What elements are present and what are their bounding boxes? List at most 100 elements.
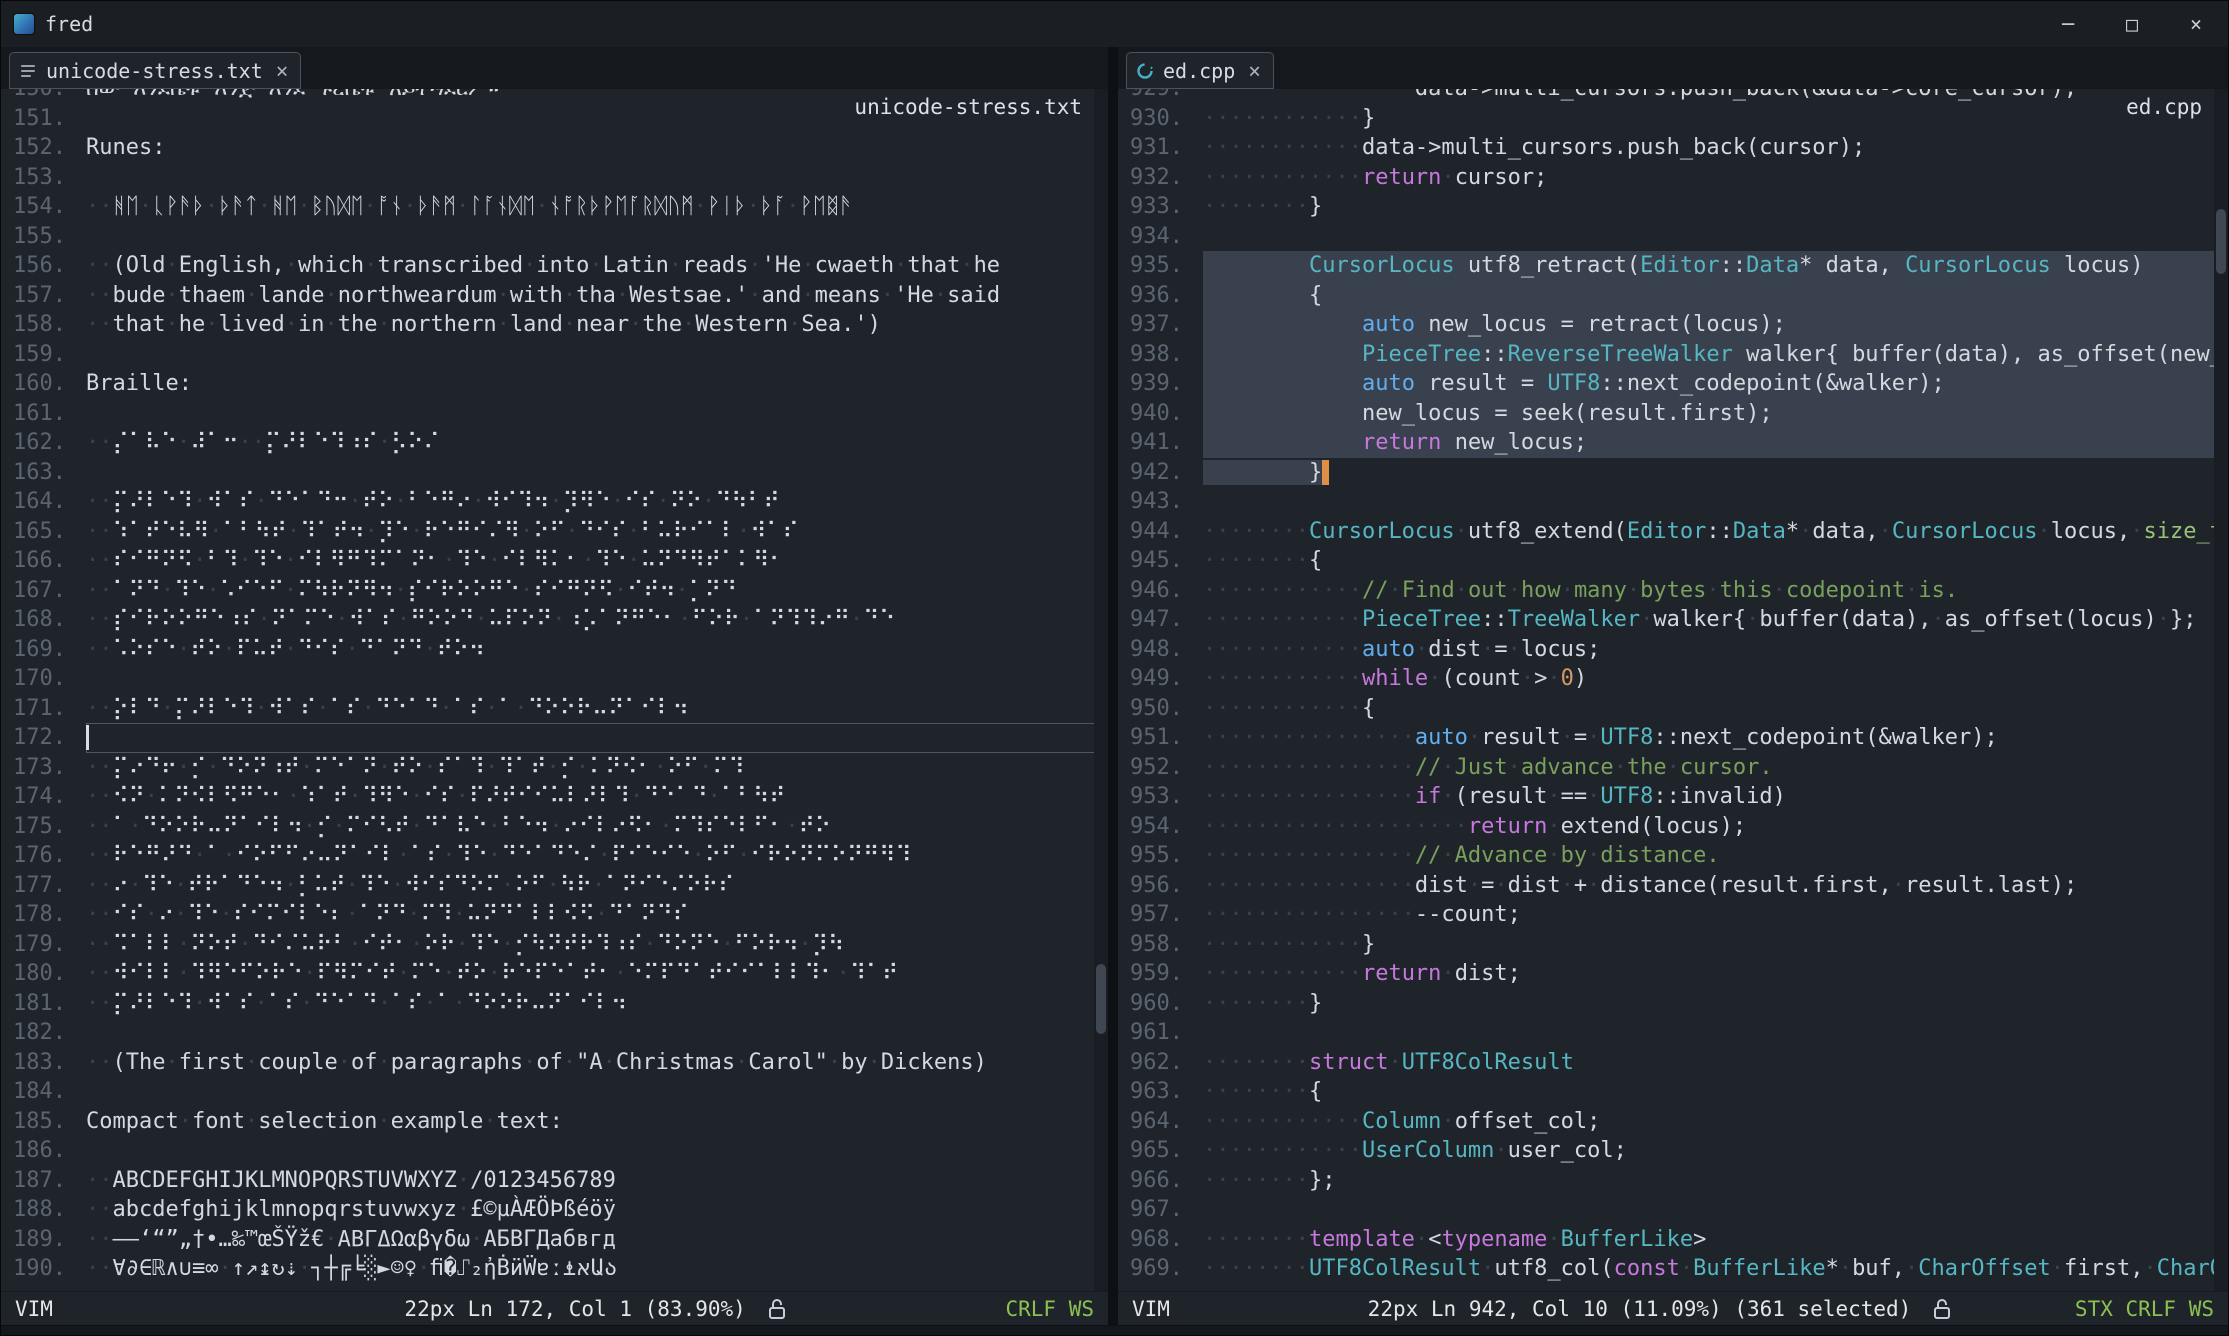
code-line[interactable]: 937.············auto·new_locus·=·retract… [1118,310,2228,340]
scrollbar-thumb[interactable] [1096,964,1106,1034]
code-line[interactable]: 936.········{ [1118,281,2228,311]
code-line[interactable]: 159. [1,340,1108,370]
code-line[interactable]: 163. [1,458,1108,488]
code-line[interactable]: 950.············{ [1118,694,2228,724]
code-line[interactable]: 167.··⠁⠝⠙·⠹⠑·⠡⠊⠑⠋·⠍⠳⠗⠝⠻⠲·⡎⠊⠗⠕⠕⠛⠑·⠎⠊⠛⠝⠫·⠊… [1,576,1108,606]
code-line[interactable]: 932.············return·cursor; [1118,163,2228,193]
scrollbar-right[interactable] [2214,89,2228,1291]
tab-unicode-stress[interactable]: unicode-stress.txt × [9,52,301,89]
minimize-button[interactable]: ─ [2036,1,2100,47]
line-number: 161. [13,399,66,429]
code-line[interactable]: 181.··⡍⠜⠇⠑⠹·⠺⠁⠎·⠁⠎·⠙⠑⠁⠙·⠁⠎·⠁·⠙⠕⠕⠗⠤⠝⠁⠊⠇⠲ [1,989,1108,1019]
code-line[interactable]: 955.················//·Advance·by·distan… [1118,841,2228,871]
code-line[interactable]: 945.········{ [1118,546,2228,576]
maximize-button[interactable]: □ [2100,1,2164,47]
code-line[interactable]: 155. [1,222,1108,252]
code-line[interactable]: 935.········CursorLocus·utf8_retract(Edi… [1118,251,2228,281]
code-line[interactable]: 929.················data->multi_cursors.… [1118,89,2228,104]
code-line[interactable]: 169.··⠡⠕⠎⠑·⠞⠕·⠏⠥⠞·⠙⠊⠎·⠙⠁⠝⠙·⠞⠕⠲ [1,635,1108,665]
code-line[interactable]: 184. [1,1077,1108,1107]
code-line[interactable]: 173.··⡍⠔⠙⠖·⡊·⠙⠕⠝⠰⠞·⠍⠑⠁⠝·⠞⠕·⠎⠁⠹·⠹⠁⠞·⡊·⠅⠝⠪… [1,753,1108,783]
code-line[interactable]: 942.········} [1118,458,2228,488]
close-button[interactable]: × [2164,1,2228,47]
code-line[interactable]: 162.··⡌⠁⠧⠑·⠼⠁⠒··⡍⠜⠇⠑⠹⠰⠎·⡣⠕⠌ [1,428,1108,458]
editor-right[interactable]: ed.cpp 929.················data->multi_c… [1118,89,2228,1291]
scrollbar-thumb[interactable] [2216,209,2226,274]
code-line[interactable]: 948.············auto·dist·=·locus; [1118,635,2228,665]
code-line[interactable]: 952.················//·Just·advance·the·… [1118,753,2228,783]
code-line[interactable]: 968.········template·<typename·BufferLik… [1118,1225,2228,1255]
code-line[interactable]: 190.··∀∂∈ℝ∧∪≡∞·↑↗↨↻⇣·┐┼╔╘░►☺♀·ﬁ�⑀₂ἠḂӥẄɐː… [1,1254,1108,1284]
code-line[interactable]: 958.············} [1118,930,2228,960]
tab-ed-cpp[interactable]: ed.cpp × [1126,52,1274,89]
code-line[interactable]: 940.············new_locus·=·seek(result.… [1118,399,2228,429]
code-line[interactable]: 949.············while·(count·>·0) [1118,664,2228,694]
code-line[interactable]: 966.········}; [1118,1166,2228,1196]
code-line[interactable]: 931.············data->multi_cursors.push… [1118,133,2228,163]
code-line[interactable]: 964.············Column·offset_col; [1118,1107,2228,1137]
code-line[interactable]: 938.············PieceTree::ReverseTreeWa… [1118,340,2228,370]
code-line[interactable]: 969.········UTF8ColResult·utf8_col(const… [1118,1254,2228,1284]
code-line[interactable]: 152.Runes: [1,133,1108,163]
code-line[interactable]: 961. [1118,1018,2228,1048]
code-line[interactable]: 947.············PieceTree::TreeWalker·wa… [1118,605,2228,635]
code-line[interactable]: 953.················if·(result·==·UTF8::… [1118,782,2228,812]
line-number: 960. [1130,989,1183,1019]
tab-close-button[interactable]: × [1244,59,1261,83]
code-line[interactable]: 939.············auto·result·=·UTF8::next… [1118,369,2228,399]
code-line[interactable]: 967. [1118,1195,2228,1225]
code-line[interactable]: 187.··ABCDEFGHIJKLMNOPQRSTUVWXYZ·/012345… [1,1166,1108,1196]
code-line[interactable]: 180.··⠺⠊⠇⠇·⠹⠻⠑⠋⠕⠗⠑·⠏⠻⠍⠊⠞·⠍⠑·⠞⠕·⠗⠑⠏⠑⠁⠞⠂·⠑… [1,959,1108,989]
left-editor-pane: unicode-stress.txt × unicode-stress.txt … [1,47,1108,1325]
code-line[interactable]: 963.········{ [1118,1077,2228,1107]
code-line[interactable]: 153. [1,163,1108,193]
code-line[interactable]: 177.··⠔·⠹⠑·⠞⠗⠁⠙⠑⠲·⡃⠥⠞·⠹⠑·⠺⠊⠎⠙⠕⠍·⠕⠋·⠳⠗·⠁⠝… [1,871,1108,901]
code-line[interactable]: 951.················auto·result·=·UTF8::… [1118,723,2228,753]
unlock-icon[interactable] [768,1298,786,1320]
code-line[interactable]: 164.··⡍⠜⠇⠑⠹·⠺⠁⠎·⠙⠑⠁⠙⠒·⠞⠕·⠃⠑⠛⠔·⠺⠊⠹⠲·⡹⠻⠑·⠊… [1,487,1108,517]
tab-close-button[interactable]: × [272,59,289,83]
code-line[interactable]: 946.············//·Find·out·how·many·byt… [1118,576,2228,606]
code-line[interactable]: 954.····················return·extend(lo… [1118,812,2228,842]
code-line[interactable]: 930.············} [1118,104,2228,134]
code-line[interactable]: 189.··–—‘“”„†•…‰™œŠŸž€·ΑΒΓΔΩαβγδω·АБВГДа… [1,1225,1108,1255]
pane-divider[interactable] [1108,47,1118,1325]
code-line[interactable]: 172. [1,723,1108,753]
code-line[interactable]: 171.··⡕⠇⠙·⡍⠜⠇⠑⠹·⠺⠁⠎·⠁⠎·⠙⠑⠁⠙·⠁⠎·⠁·⠙⠕⠕⠗⠤⠝⠁… [1,694,1108,724]
code-line[interactable]: 166.··⠎⠊⠛⠝⠫·⠃⠹·⠹⠑·⠊⠇⠻⠛⠹⠍⠁⠝⠂·⠹⠑·⠊⠇⠻⠅⠂·⠹⠑·… [1,546,1108,576]
code-line[interactable]: 188.··abcdefghijklmnopqrstuvwxyz·£©µÀÆÖÞ… [1,1195,1108,1225]
code-line[interactable]: 174.··⠪⠝·⠅⠝⠪⠇⠫⠛⠑⠂·⠱⠁⠞·⠹⠻⠑·⠊⠎·⠏⠜⠞⠊⠊⠥⠇⠜⠇⠹·… [1,782,1108,812]
code-line[interactable]: 183.··(The·first·couple·of·paragraphs·of… [1,1048,1108,1078]
code-line[interactable]: 956.················dist·=·dist·+·distan… [1118,871,2228,901]
code-line[interactable]: 156.··(Old·English,·which·transcribed·in… [1,251,1108,281]
code-line[interactable]: 186. [1,1136,1108,1166]
editor-left[interactable]: unicode-stress.txt 150.ሰው·እንደቤቱ·እንጅ·እንደ·… [1,89,1108,1291]
code-line[interactable]: 182. [1,1018,1108,1048]
code-line[interactable]: 959.············return·dist; [1118,959,2228,989]
code-line[interactable]: 960.········} [1118,989,2228,1019]
code-line[interactable]: 965.············UserColumn·user_col; [1118,1136,2228,1166]
code-line[interactable]: 962.········struct·UTF8ColResult [1118,1048,2228,1078]
code-line[interactable]: 161. [1,399,1108,429]
code-line[interactable]: 185.Compact·font·selection·example·text: [1,1107,1108,1137]
code-line[interactable]: 158.··that·he·lived·in·the·northern·land… [1,310,1108,340]
line-number: 966. [1130,1166,1183,1196]
code-line[interactable]: 944.········CursorLocus·utf8_extend(Edit… [1118,517,2228,547]
code-line[interactable]: 170. [1,664,1108,694]
code-line[interactable]: 943. [1118,487,2228,517]
code-line[interactable]: 160.Braille: [1,369,1108,399]
code-line[interactable]: 178.··⠊⠎·⠔·⠹⠑·⠎⠊⠍⠊⠇⠑⠆·⠁⠝⠙·⠍⠹·⠥⠝⠙⠁⠇⠇⠪⠫·⠙⠁… [1,900,1108,930]
code-line[interactable]: 154.··ᚻᛖ·ᚳᚹᚫᚦ·ᚦᚫᛏ·ᚻᛖ·ᛒᚢᛞᛖ·ᚩᚾ·ᚦᚫᛗ·ᛚᚪᚾᛞᛖ·ᚾ… [1,192,1108,222]
code-line[interactable]: 957.················--count; [1118,900,2228,930]
code-line[interactable]: 175.··⠁·⠙⠕⠕⠗⠤⠝⠁⠊⠇⠲·⡊·⠍⠊⠣⠞·⠙⠁⠧⠑·⠃⠑⠲·⠔⠊⠇⠔⠫… [1,812,1108,842]
code-line[interactable]: 179.··⠩⠁⠇⠇·⠝⠕⠞·⠙⠊⠌⠥⠗⠃·⠊⠞⠂·⠕⠗·⠹⠑·⡊⠳⠝⠞⠗⠹⠰⠎… [1,930,1108,960]
code-line[interactable]: 934. [1118,222,2228,252]
code-line[interactable]: 168.··⡎⠊⠗⠕⠕⠛⠑⠰⠎·⠝⠁⠍⠑·⠺⠁⠎·⠛⠕⠕⠙·⠥⠏⠕⠝·⠰⡡⠁⠝⠛… [1,605,1108,635]
code-line[interactable]: 157.··bude·thaem·lande·northweardum·with… [1,281,1108,311]
code-line[interactable]: 176.··⠗⠑⠛⠜⠙·⠁·⠊⠕⠋⠋⠔⠤⠝⠁⠊⠇·⠁⠎·⠹⠑·⠙⠑⠁⠙⠑⠌·⠏⠊… [1,841,1108,871]
code-line[interactable]: 941.············return·new_locus; [1118,428,2228,458]
unlock-icon[interactable] [1933,1298,1951,1320]
code-line[interactable]: 165.··⠱⠁⠞⠑⠧⠻·⠁⠃⠳⠞·⠹⠁⠞⠲·⡹⠑·⠗⠑⠛⠊⠌⠻·⠕⠋·⠙⠊⠎·… [1,517,1108,547]
code-line[interactable]: 933.········} [1118,192,2228,222]
scrollbar-left[interactable] [1094,89,1108,1291]
